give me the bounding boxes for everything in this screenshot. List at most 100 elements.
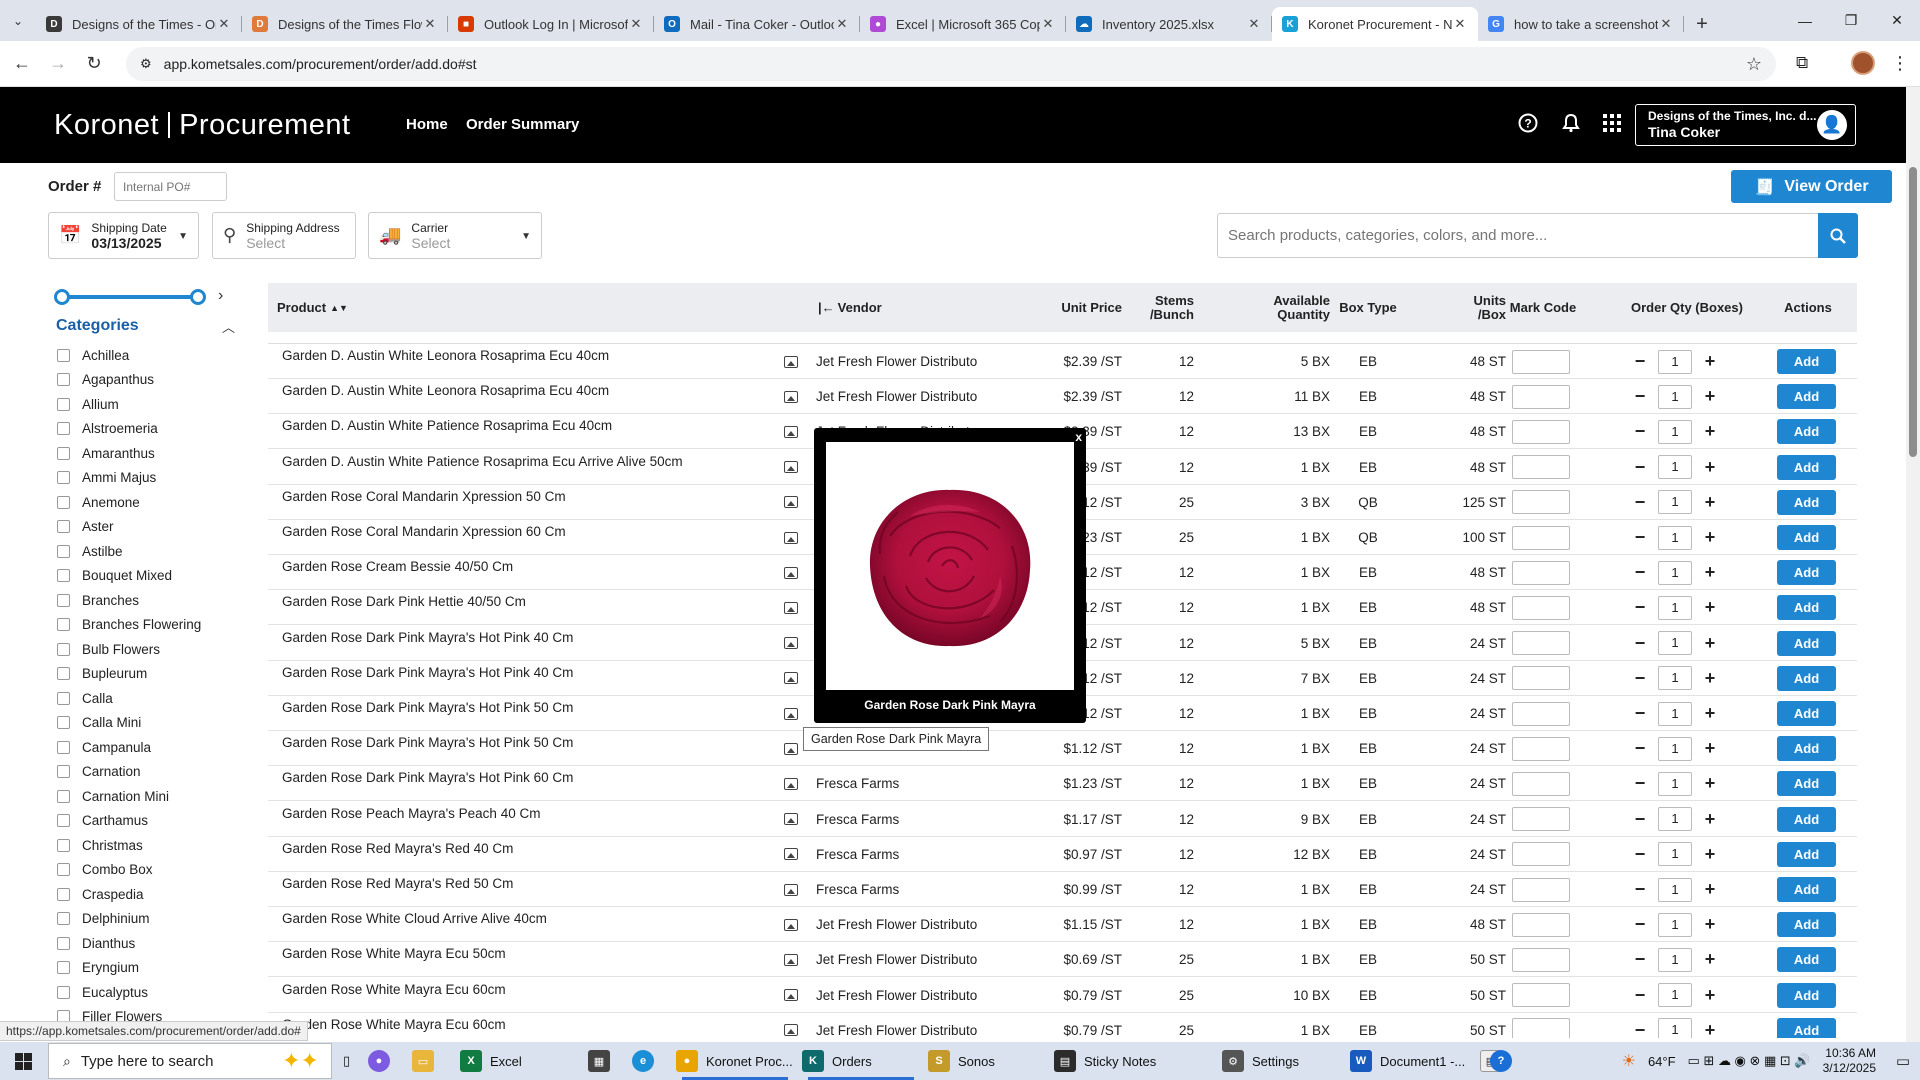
increment-button[interactable]: + [1698, 527, 1722, 548]
category-checkbox[interactable] [57, 544, 70, 558]
category-item[interactable]: Ammi Majus [57, 466, 257, 491]
qty-input[interactable]: 1 [1658, 877, 1692, 902]
help-app-icon[interactable]: ? [1490, 1042, 1520, 1080]
add-button[interactable]: Add [1777, 1017, 1836, 1038]
increment-button[interactable]: + [1698, 492, 1722, 513]
image-icon[interactable] [784, 907, 800, 942]
add-button[interactable]: Add [1777, 384, 1836, 410]
search-button[interactable] [1818, 213, 1858, 258]
add-button[interactable]: Add [1777, 630, 1836, 656]
edge-icon[interactable]: e [632, 1042, 662, 1080]
qty-input[interactable]: 1 [1658, 384, 1692, 409]
category-checkbox[interactable] [57, 936, 70, 950]
reload-icon[interactable]: ↻ [76, 53, 112, 74]
category-checkbox[interactable] [57, 495, 70, 509]
category-item[interactable]: Aster [57, 515, 257, 540]
add-button[interactable]: Add [1777, 841, 1836, 867]
category-checkbox[interactable] [57, 961, 70, 975]
increment-button[interactable]: + [1698, 738, 1722, 759]
mark-code-input[interactable] [1512, 666, 1570, 691]
category-item[interactable]: Bulb Flowers [57, 637, 257, 662]
qty-input[interactable]: 1 [1658, 912, 1692, 937]
close-popup-button[interactable]: x [1075, 430, 1082, 444]
mark-code-input[interactable] [1512, 560, 1570, 585]
tab-close-icon[interactable]: ✕ [1658, 16, 1674, 32]
mark-code-input[interactable] [1512, 631, 1570, 656]
qty-input[interactable]: 1 [1658, 419, 1692, 444]
mark-code-input[interactable] [1512, 595, 1570, 620]
category-item[interactable]: Carthamus [57, 809, 257, 834]
taskbar-app[interactable]: W Document1 -... [1350, 1042, 1468, 1080]
decrement-button[interactable]: − [1628, 562, 1652, 583]
increment-button[interactable]: + [1698, 1020, 1722, 1038]
account-menu[interactable]: Designs of the Times, Inc. d... Tina Cok… [1635, 104, 1856, 146]
browser-tab[interactable]: Ghow to take a screenshot ✕ [1478, 7, 1684, 41]
tab-close-icon[interactable]: ✕ [1246, 16, 1262, 32]
qty-input[interactable]: 1 [1658, 631, 1692, 656]
tab-search-icon[interactable]: ⌄ [0, 0, 36, 41]
add-button[interactable]: Add [1777, 982, 1836, 1008]
add-button[interactable]: Add [1777, 560, 1836, 586]
category-checkbox[interactable] [57, 348, 70, 362]
image-icon[interactable] [784, 520, 800, 555]
mark-code-input[interactable] [1512, 947, 1570, 972]
qty-input[interactable]: 1 [1658, 947, 1692, 972]
image-icon[interactable] [784, 837, 800, 872]
nav-home[interactable]: Home [406, 116, 448, 133]
slider-max-handle[interactable] [190, 289, 206, 305]
bookmark-star-icon[interactable]: ☆ [1746, 54, 1762, 75]
browser-tab[interactable]: ☁ Inventory 2025.xlsx ✕ [1066, 7, 1272, 41]
add-button[interactable]: Add [1777, 771, 1836, 797]
mark-code-input[interactable] [1512, 842, 1570, 867]
decrement-button[interactable]: − [1628, 421, 1652, 442]
category-checkbox[interactable] [57, 912, 70, 926]
qty-input[interactable]: 1 [1658, 666, 1692, 691]
carrier-select[interactable]: 🚚 Carrier Select ▼ [368, 212, 542, 259]
mark-code-input[interactable] [1512, 701, 1570, 726]
internal-po-input[interactable] [114, 172, 227, 201]
browser-tab[interactable]: O Mail - Tina Coker - Outlook ✕ [654, 7, 860, 41]
decrement-button[interactable]: − [1628, 527, 1652, 548]
decrement-button[interactable]: − [1628, 879, 1652, 900]
image-icon[interactable] [784, 978, 800, 1013]
tab-close-icon[interactable]: ✕ [628, 16, 644, 32]
mark-code-input[interactable] [1512, 455, 1570, 480]
decrement-button[interactable]: − [1628, 949, 1652, 970]
increment-button[interactable]: + [1698, 562, 1722, 583]
image-icon[interactable] [784, 731, 800, 766]
category-item[interactable]: Combo Box [57, 858, 257, 883]
col-product[interactable]: Product ▲▼ [277, 283, 348, 332]
category-item[interactable]: Branches [57, 588, 257, 613]
category-item[interactable]: Branches Flowering [57, 613, 257, 638]
qty-input[interactable]: 1 [1658, 490, 1692, 515]
increment-button[interactable]: + [1698, 914, 1722, 935]
chevron-right-icon[interactable]: › [218, 287, 223, 305]
category-item[interactable]: Carnation Mini [57, 784, 257, 809]
category-checkbox[interactable] [57, 569, 70, 583]
taskbar-app[interactable]: ⚙ Settings [1222, 1042, 1340, 1080]
slider-min-handle[interactable] [54, 289, 70, 305]
decrement-button[interactable]: − [1628, 844, 1652, 865]
image-icon[interactable] [784, 802, 800, 837]
increment-button[interactable]: + [1698, 457, 1722, 478]
view-order-button[interactable]: 🧾 View Order [1731, 170, 1892, 203]
category-item[interactable]: Achillea [57, 343, 257, 368]
qty-input[interactable]: 1 [1658, 349, 1692, 374]
qty-input[interactable]: 1 [1658, 1018, 1692, 1038]
decrement-button[interactable]: − [1628, 597, 1652, 618]
image-icon[interactable] [784, 942, 800, 977]
chevron-up-icon[interactable]: ︿ [222, 317, 235, 336]
taskbar-search[interactable]: ⌕ Type here to search ✦✦ [48, 1043, 332, 1079]
tab-close-icon[interactable]: ✕ [422, 16, 438, 32]
close-window-button[interactable]: ✕ [1874, 0, 1920, 41]
taskbar-app[interactable]: S Sonos [928, 1042, 1046, 1080]
browser-tab[interactable]: D Designs of the Times Flowers✕ [242, 7, 448, 41]
mark-code-input[interactable] [1512, 736, 1570, 761]
decrement-button[interactable]: − [1628, 492, 1652, 513]
add-button[interactable]: Add [1777, 806, 1836, 832]
mark-code-input[interactable] [1512, 983, 1570, 1008]
add-button[interactable]: Add [1777, 665, 1836, 691]
category-checkbox[interactable] [57, 863, 70, 877]
mark-code-input[interactable] [1512, 807, 1570, 832]
image-icon[interactable] [784, 450, 800, 485]
